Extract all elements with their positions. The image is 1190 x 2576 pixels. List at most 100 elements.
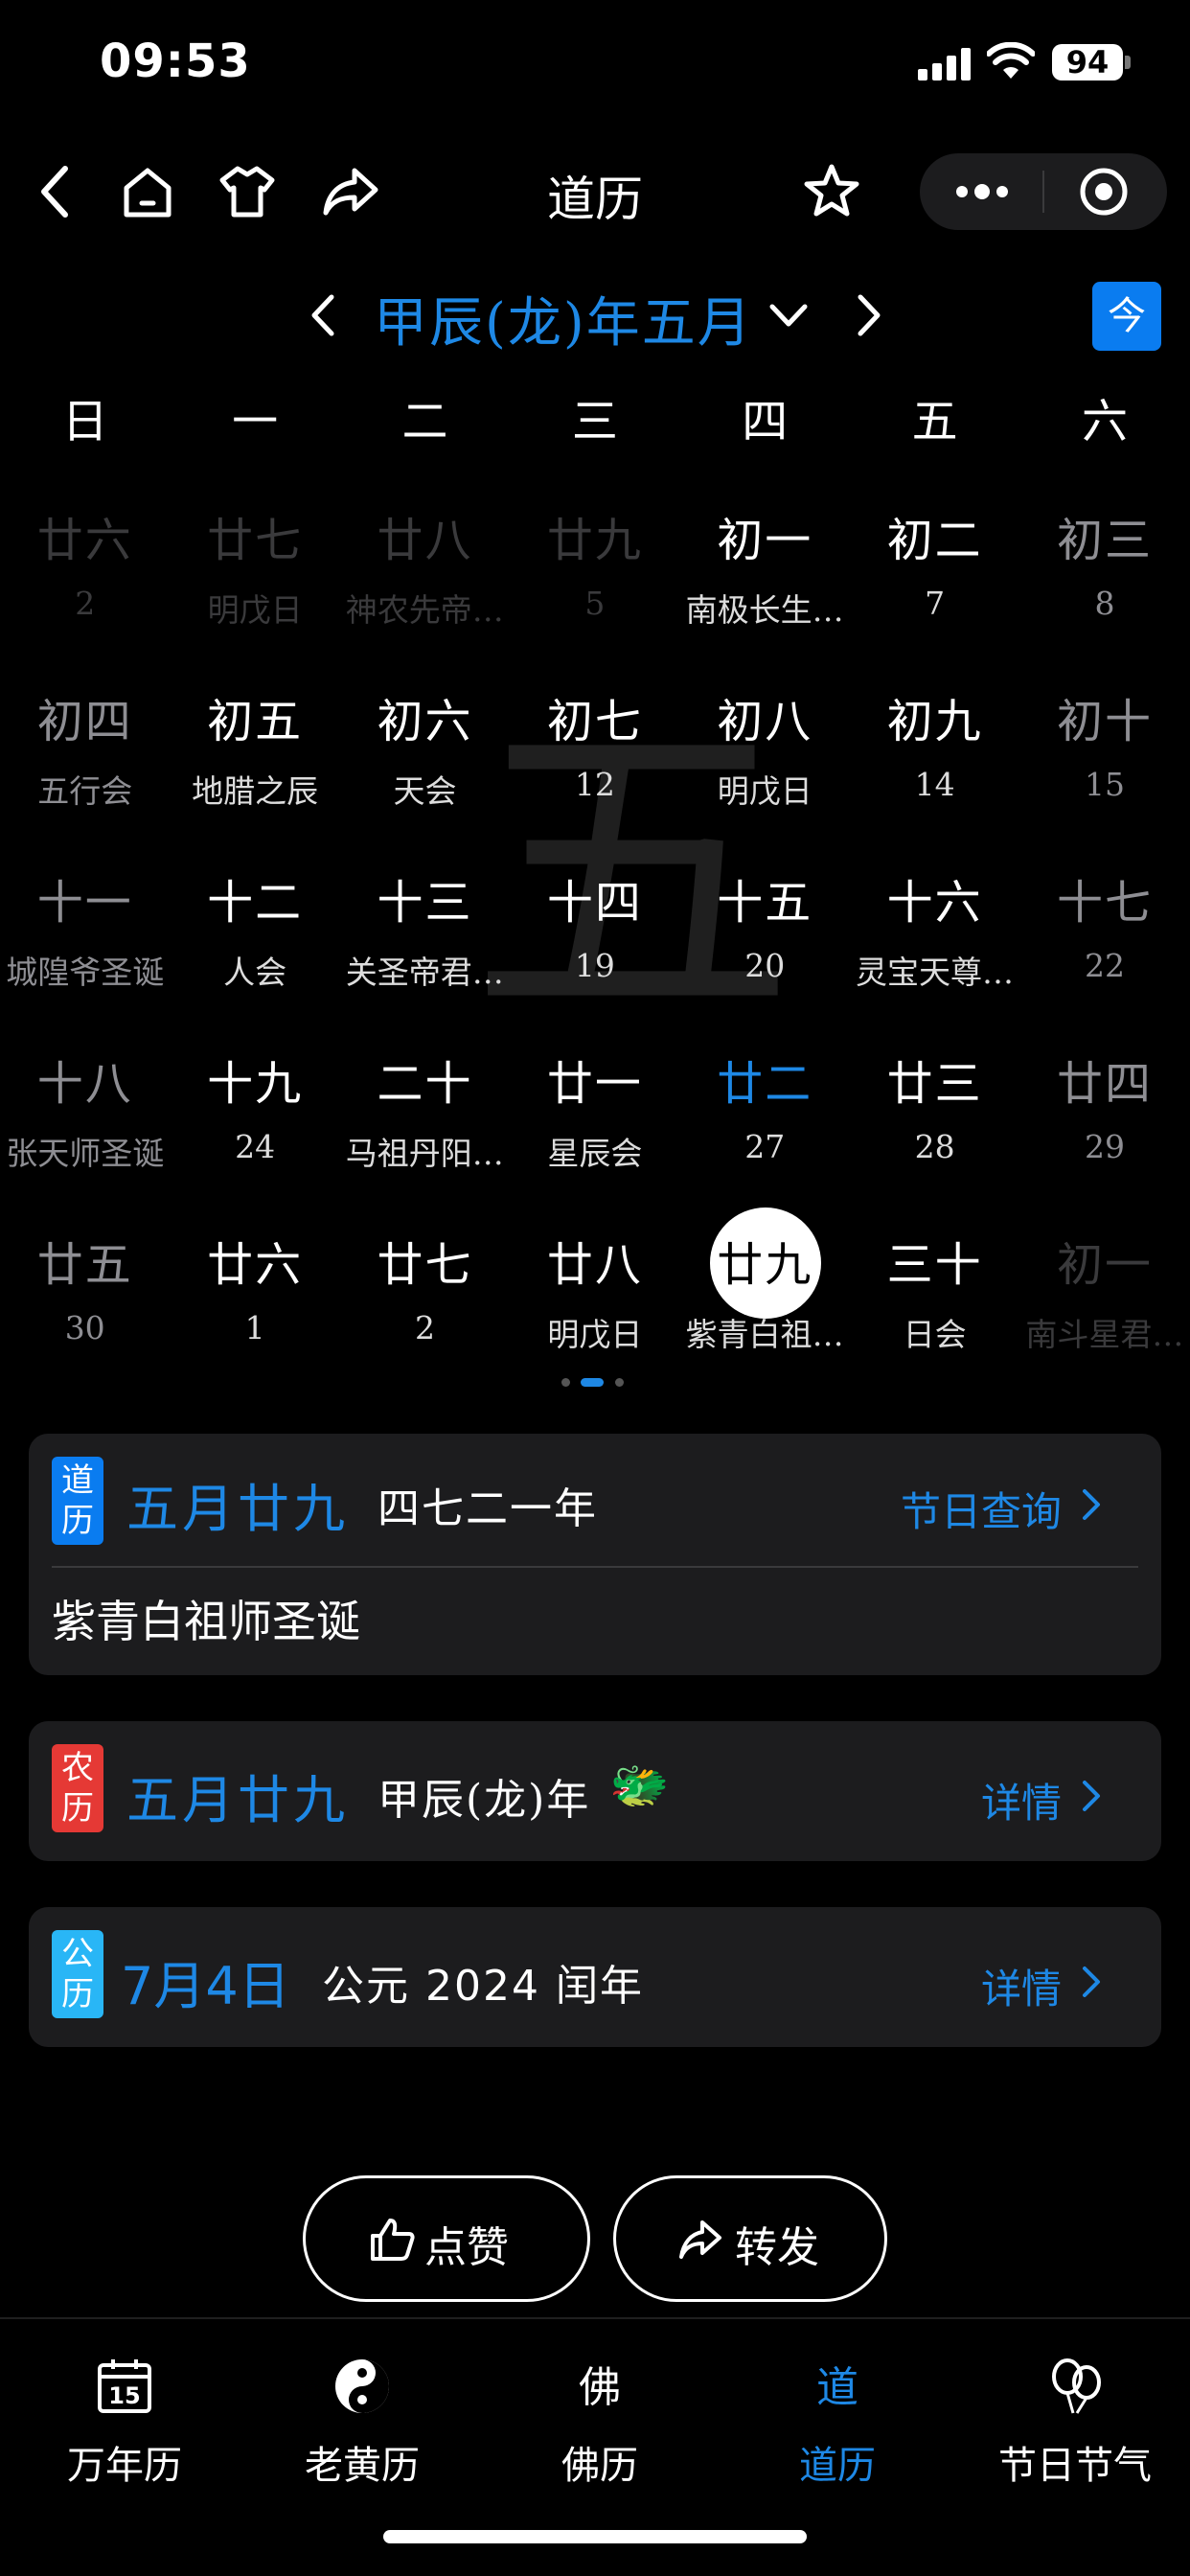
close-miniapp-icon[interactable]	[1079, 167, 1129, 217]
day-cell[interactable]: 初八 明戊日	[680, 670, 850, 851]
lunar-day: 初三	[1057, 514, 1154, 567]
day-cell[interactable]: 十五 20	[680, 851, 850, 1032]
day-cell[interactable]: 初七 12	[510, 670, 679, 851]
lunar-day: 二十	[377, 1057, 473, 1111]
day-subtitle: 南斗星君下降	[1025, 1316, 1184, 1353]
day-cell[interactable]: 十三关圣帝君圣诞	[340, 851, 510, 1032]
like-button[interactable]: 点赞	[303, 2175, 590, 2302]
page-indicator	[556, 1376, 632, 1390]
calendar-icon: 15	[98, 2359, 151, 2413]
day-cell[interactable]: 初三 8	[1019, 489, 1189, 670]
favorite-star-icon[interactable]	[801, 161, 862, 222]
status-time: 09:53	[100, 34, 251, 88]
today-button[interactable]: 今	[1092, 282, 1161, 351]
chevron-right-icon[interactable]	[1079, 1485, 1104, 1524]
nong-badge-text: 农历	[61, 1749, 94, 1828]
lunar-day: 廿五	[36, 1238, 133, 1292]
balloons-icon	[1052, 2358, 1101, 2414]
day-cell[interactable]: 十一 城隍爷圣诞	[0, 851, 170, 1032]
day-subtitle: 24	[235, 1128, 276, 1165]
status-bar: 09:53 94	[0, 0, 1190, 134]
lunar-day: 廿九	[717, 1238, 813, 1292]
day-cell[interactable]: 廿八神农先帝圣诞	[340, 489, 510, 670]
dao-glyph: 道	[816, 2363, 858, 2412]
tab-laohuangli[interactable]: 老黄历	[257, 2338, 468, 2488]
day-subtitle: 张天师圣诞	[6, 1135, 165, 1172]
gong-detail-link[interactable]: 详情	[981, 1957, 1062, 2015]
day-cell[interactable]: 初一南斗星君下降	[1019, 1213, 1189, 1394]
day-cell[interactable]: 二十马祖丹阳真人圣诞	[340, 1032, 510, 1213]
day-subtitle: 明戊日	[717, 772, 812, 810]
day-cell[interactable]: 十六灵宝天尊圣诞	[850, 851, 1019, 1032]
wifi-icon	[987, 42, 1035, 79]
day-cell[interactable]: 廿五 30	[0, 1213, 170, 1394]
day-cell[interactable]: 初一南极长生大帝圣诞	[680, 489, 850, 670]
day-cell[interactable]: 十九 24	[170, 1032, 339, 1213]
day-cell[interactable]: 十二 人会	[170, 851, 339, 1032]
day-cell[interactable]: 廿六 1	[170, 1213, 339, 1394]
day-cell[interactable]: 初十 15	[1019, 670, 1189, 851]
more-dots-icon[interactable]	[954, 176, 1010, 207]
day-cell[interactable]: 廿七 2	[340, 1213, 510, 1394]
chevron-down-icon[interactable]	[767, 297, 811, 335]
day-subtitle: 15	[1085, 766, 1126, 803]
day-cell[interactable]: 三十 日会	[850, 1213, 1019, 1394]
nong-detail-link[interactable]: 详情	[981, 1771, 1062, 1829]
tab-bar: 15 万年历 老黄历 佛 佛历 道 道历 节日节气	[0, 2317, 1190, 2509]
lunar-day: 初六	[377, 695, 473, 748]
prev-month-icon[interactable]	[305, 291, 339, 339]
battery-cap	[1125, 56, 1131, 69]
day-cell[interactable]: 十四 19	[510, 851, 679, 1032]
day-cell[interactable]: 初九 14	[850, 670, 1019, 851]
gregorian-calendar-card: 公历 7月4日 公元 2024 闰年 详情	[29, 1907, 1161, 2047]
lunar-day: 十三	[377, 876, 473, 930]
lunar-day: 廿一	[546, 1057, 643, 1111]
cellular-signal-icon	[918, 48, 972, 80]
day-cell[interactable]: 廿七 明戊日	[170, 489, 339, 670]
weekday-mon: 一	[232, 395, 279, 448]
dao-year: 四七二一年	[378, 1484, 598, 1533]
yin-yang-icon	[335, 2359, 389, 2413]
tab-foli[interactable]: 佛 佛历	[494, 2338, 705, 2488]
weekday-thu: 四	[742, 395, 789, 448]
lunar-day: 廿九	[546, 514, 643, 567]
tab-label: 老黄历	[305, 2444, 420, 2488]
month-title[interactable]: 甲辰(龙)年五月	[374, 280, 753, 357]
tab-daoli[interactable]: 道 道历	[732, 2338, 943, 2488]
day-cell[interactable]: 廿八 明戊日	[510, 1213, 679, 1394]
day-cell[interactable]: 初二 7	[850, 489, 1019, 670]
fo-glyph: 佛	[579, 2363, 621, 2412]
day-cell-selected[interactable]: 廿九紫青白祖师圣诞	[680, 1208, 850, 1394]
next-month-icon[interactable]	[853, 291, 887, 339]
day-cell[interactable]: 初四 五行会	[0, 670, 170, 851]
tab-wannianli[interactable]: 15 万年历	[19, 2338, 230, 2488]
lunar-day: 廿六	[207, 1238, 304, 1292]
lunar-day: 三十	[886, 1238, 983, 1292]
day-cell[interactable]: 廿一 星辰会	[510, 1032, 679, 1213]
chevron-right-icon[interactable]	[1079, 1963, 1104, 2001]
day-cell[interactable]: 廿四 29	[1019, 1032, 1189, 1213]
festival-search-link[interactable]: 节日查询	[901, 1480, 1062, 1538]
dao-calendar-card: 道历 五月廿九 四七二一年 节日查询 紫青白祖师圣诞	[29, 1434, 1161, 1675]
nong-badge: 农历	[52, 1744, 103, 1832]
day-subtitle: 22	[1085, 947, 1126, 984]
lunar-day: 初一	[717, 514, 813, 567]
calendar-icon-day: 15	[108, 2382, 140, 2409]
day-cell-today[interactable]: 廿二 27	[680, 1032, 850, 1213]
day-cell[interactable]: 廿九 5	[510, 489, 679, 670]
weekday-wed: 三	[571, 395, 618, 448]
day-cell[interactable]: 十七 22	[1019, 851, 1189, 1032]
forward-button[interactable]: 转发	[613, 2175, 887, 2302]
chevron-right-icon[interactable]	[1079, 1777, 1104, 1815]
week-row-4: 十八张天师圣诞 十九24 二十马祖丹阳真人圣诞 廿一星辰会 廿二27 廿三28 …	[0, 1032, 1190, 1213]
lunar-day: 廿八	[546, 1238, 643, 1292]
day-cell[interactable]: 初六 天会	[340, 670, 510, 851]
day-cell[interactable]: 初五 地腊之辰	[170, 670, 339, 851]
day-cell[interactable]: 廿六 2	[0, 489, 170, 670]
day-cell[interactable]: 十八 张天师圣诞	[0, 1032, 170, 1213]
capsule-divider	[1042, 171, 1044, 213]
day-cell[interactable]: 廿三 28	[850, 1032, 1019, 1213]
lunar-day: 初一	[1057, 1238, 1154, 1292]
tab-jieri-jieqi[interactable]: 节日节气	[970, 2338, 1180, 2488]
lunar-day: 初七	[546, 695, 643, 748]
